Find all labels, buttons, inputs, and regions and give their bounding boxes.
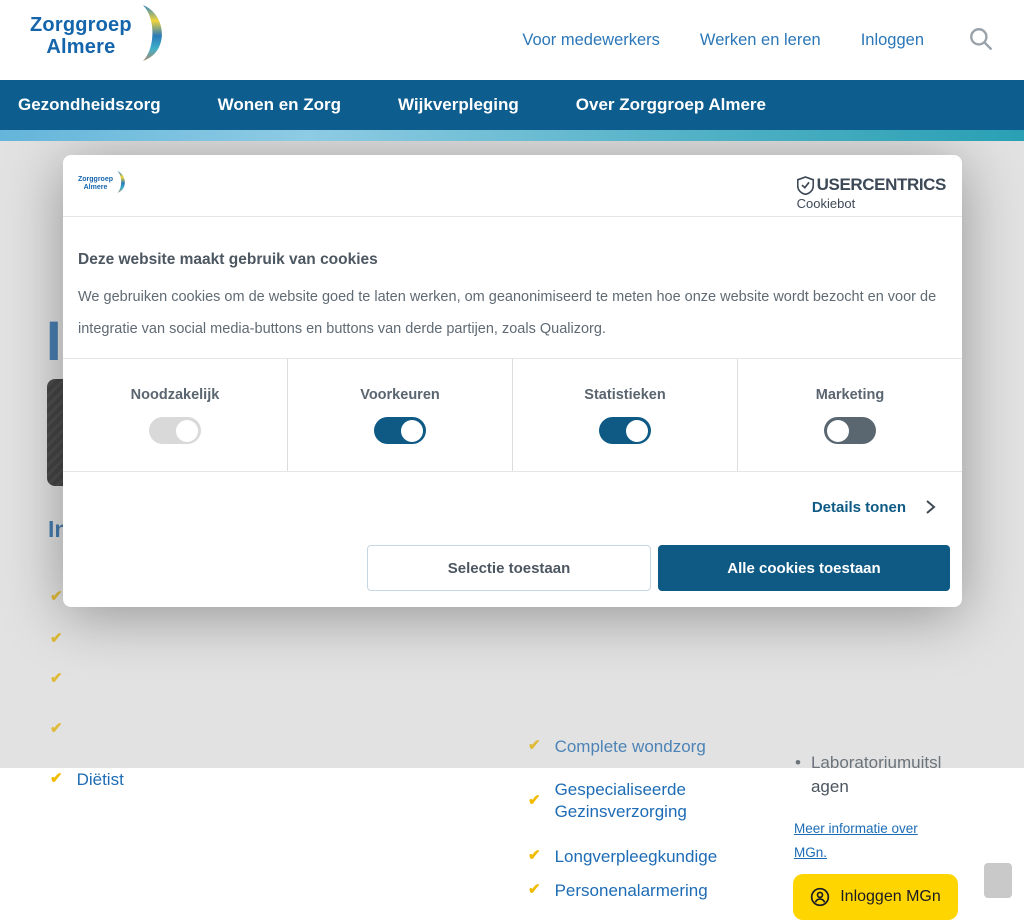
check-icon: ✔ [528, 736, 541, 756]
vendor-brand: USERCENTRICS [817, 175, 946, 195]
category-label: Noodzakelijk [131, 387, 220, 403]
header-link-werken-en-leren[interactable]: Werken en leren [700, 31, 821, 50]
cookie-categories: Noodzakelijk Voorkeuren Statistieken Mar… [63, 358, 962, 472]
usercentrics-shield-icon [797, 176, 814, 195]
list-item-longverpleegkundige[interactable]: ✔ Longverpleegkundige [528, 846, 748, 868]
header-link-inloggen[interactable]: Inloggen [861, 31, 924, 50]
list-item-personenalarmering[interactable]: ✔ Personenalarmering [528, 880, 748, 902]
scroll-top-button[interactable] [984, 863, 1012, 898]
vendor-logo: USERCENTRICS Cookiebot [797, 175, 946, 211]
list-item-gezinsverzorging[interactable]: ✔ Gespecialiseerde Gezinsverzorging [528, 779, 703, 823]
vendor-product: Cookiebot [797, 196, 856, 211]
logo-line1: Zorggroep [30, 14, 132, 36]
list-item[interactable]: ✔ [50, 587, 63, 607]
category-marketing: Marketing [738, 359, 962, 471]
details-tonen-label: Details tonen [812, 499, 906, 516]
logo-line2: Almere [30, 36, 132, 58]
dialog-buttons: Selectie toestaan Alle cookies toestaan [63, 545, 962, 591]
nav-item-over-zorggroep-almere[interactable]: Over Zorggroep Almere [576, 95, 766, 115]
toggle-noodzakelijk [149, 417, 201, 444]
cookie-dialog-description: We gebruiken cookies om de website goed … [78, 281, 946, 345]
crescent-logo-icon [114, 170, 128, 194]
check-icon: ✔ [528, 880, 541, 900]
mgn-login-button[interactable]: Inloggen MGn [793, 874, 958, 920]
category-label: Statistieken [584, 387, 665, 403]
list-item-label: Diëtist [77, 769, 124, 791]
nav-item-wonen-en-zorg[interactable]: Wonen en Zorg [218, 95, 341, 115]
dialog-logo-line1: Zorggroep [78, 176, 113, 184]
crescent-logo-icon [134, 2, 170, 64]
toggle-marketing[interactable] [824, 417, 876, 444]
list-item[interactable]: ✔ [50, 719, 63, 739]
page-title: I [46, 313, 62, 369]
main-nav: Gezondheidszorg Wonen en Zorg Wijkverple… [0, 80, 1024, 130]
list-item-complete-wondzorg[interactable]: ✔ Complete wondzorg [528, 736, 718, 758]
hero-strip [0, 130, 1024, 141]
divider [63, 216, 962, 217]
bullet-item-label: Laboratoriumuitslagen [811, 751, 945, 799]
mgn-info-link[interactable]: Meer informatie over MGn. [794, 817, 922, 865]
category-statistieken: Statistieken [513, 359, 738, 471]
check-icon: ✔ [50, 769, 63, 789]
site-logo[interactable]: Zorggroep Almere [30, 8, 170, 64]
category-label: Marketing [816, 387, 885, 403]
toggle-statistieken[interactable] [599, 417, 651, 444]
check-icon: ✔ [528, 846, 541, 866]
nav-item-wijkverpleging[interactable]: Wijkverpleging [398, 95, 519, 115]
details-tonen-link[interactable]: Details tonen [812, 498, 938, 516]
allow-selection-button[interactable]: Selectie toestaan [367, 545, 651, 591]
site-header: Zorggroep Almere Voor medewerkers Werken… [0, 0, 1024, 80]
header-link-voor-medewerkers[interactable]: Voor medewerkers [522, 31, 660, 50]
list-item-label: Gespecialiseerde Gezinsverzorging [555, 779, 703, 823]
cookie-consent-dialog: Zorggroep Almere USERCENTRICS Cookiebot … [63, 155, 962, 607]
check-icon: ✔ [50, 719, 63, 739]
category-label: Voorkeuren [360, 387, 440, 403]
dialog-logo-line2: Almere [78, 184, 113, 192]
toggle-voorkeuren[interactable] [374, 417, 426, 444]
list-item[interactable]: ✔ [50, 669, 63, 689]
category-voorkeuren: Voorkeuren [288, 359, 513, 471]
check-icon: ✔ [50, 587, 63, 607]
list-item-label: Personenalarmering [555, 880, 708, 902]
list-item-label: Longverpleegkundige [555, 846, 718, 868]
chevron-right-icon [922, 498, 938, 516]
dialog-logo: Zorggroep Almere [78, 173, 128, 194]
check-icon: ✔ [50, 669, 63, 689]
nav-item-gezondheidszorg[interactable]: Gezondheidszorg [18, 95, 161, 115]
category-noodzakelijk: Noodzakelijk [63, 359, 288, 471]
cookie-dialog-title: Deze website maakt gebruik van cookies [78, 251, 378, 269]
bullet-icon: • [795, 751, 801, 799]
bullet-list-item: • Laboratoriumuitslagen [795, 751, 945, 799]
search-icon[interactable] [968, 26, 994, 52]
mgn-login-label: Inloggen MGn [840, 888, 941, 906]
list-item-label: Complete wondzorg [555, 736, 706, 758]
check-icon: ✔ [528, 791, 541, 811]
list-item-dietist[interactable]: ✔ Diëtist [50, 769, 124, 791]
check-icon: ✔ [50, 629, 63, 649]
allow-all-cookies-button[interactable]: Alle cookies toestaan [658, 545, 950, 591]
list-item[interactable]: ✔ [50, 629, 63, 649]
person-icon [810, 887, 830, 907]
